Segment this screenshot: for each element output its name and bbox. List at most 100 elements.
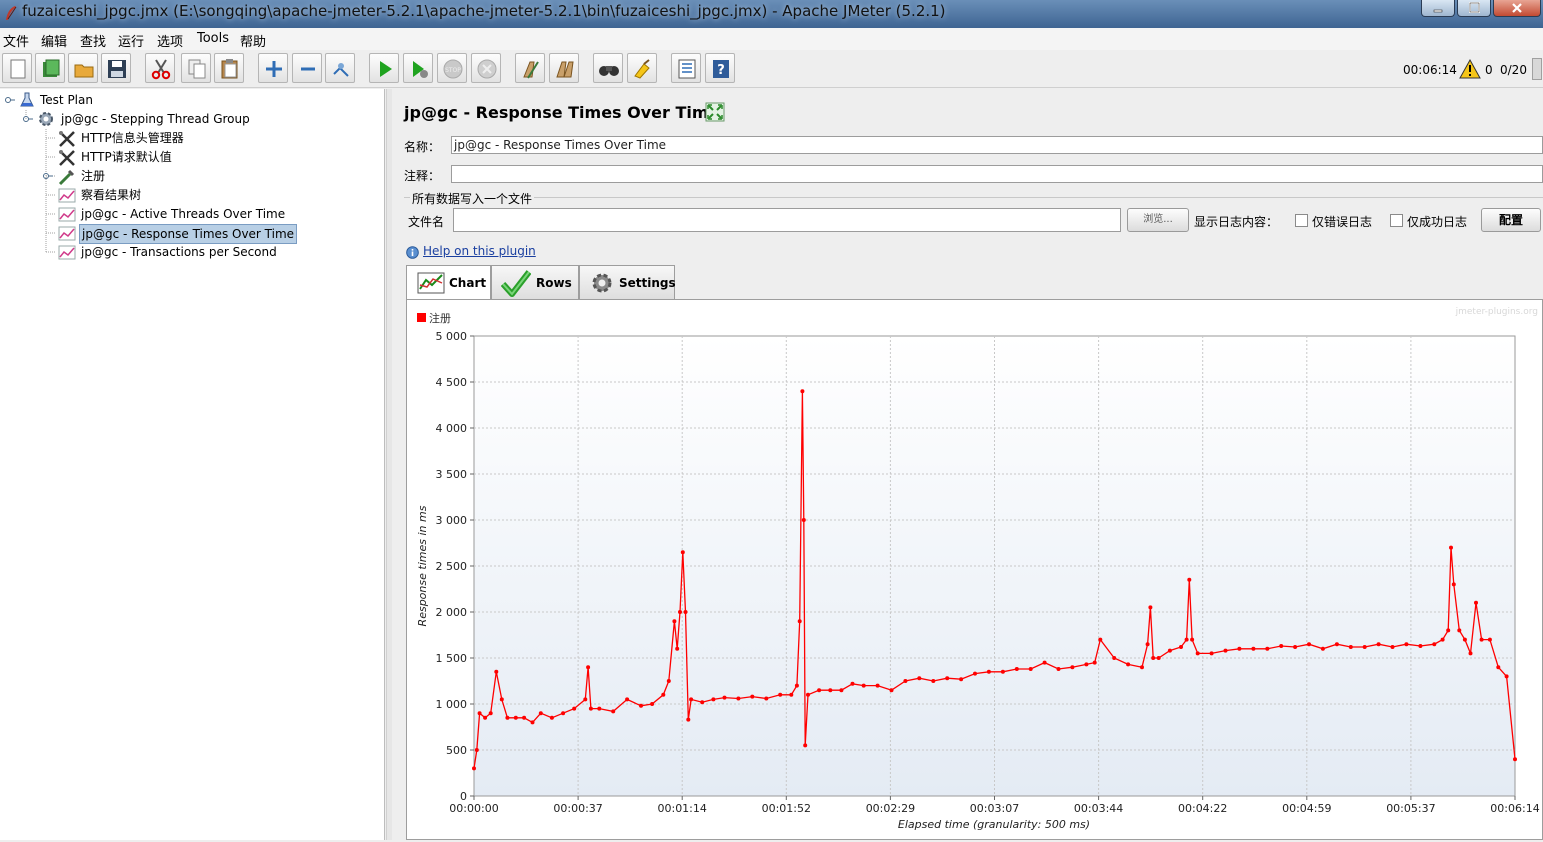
reset-search-button[interactable]: [627, 53, 657, 83]
data-point: [700, 700, 705, 705]
file-name-input[interactable]: [453, 208, 1121, 232]
search-icon: [599, 66, 619, 76]
data-point: [917, 676, 922, 681]
data-point: [1440, 637, 1445, 642]
data-point: [530, 720, 535, 725]
collapse-icon: [301, 67, 315, 71]
browse-button[interactable]: 浏览...: [1127, 208, 1189, 232]
x-axis-ticks: 00:00:00 00:00:37 00:01:14 00:01:52 00:02:29…: [449, 796, 1540, 815]
expand-all-button[interactable]: [258, 53, 288, 83]
clear-all-button[interactable]: [549, 53, 579, 83]
help-button[interactable]: ?: [705, 53, 735, 83]
test-plan-icon: [20, 92, 34, 107]
pane-splitter[interactable]: [386, 89, 392, 840]
data-point: [764, 696, 769, 701]
start-button[interactable]: [369, 53, 399, 83]
start-no-pause-button[interactable]: [403, 53, 433, 83]
data-point: [839, 688, 844, 693]
tab-chart[interactable]: Chart: [406, 265, 491, 300]
data-point: [806, 692, 810, 697]
y-tick-label: 1 000: [436, 698, 468, 711]
collapsed-handle-icon[interactable]: [42, 170, 54, 182]
running-indicator: [1532, 58, 1542, 80]
menu-help[interactable]: 帮助: [240, 31, 266, 50]
templates-icon: [43, 59, 60, 77]
expanded-handle-icon[interactable]: [4, 94, 16, 106]
menu-file[interactable]: 文件: [3, 31, 29, 50]
y-tick-label: 2 000: [436, 606, 468, 619]
tree-item-label: 注册: [81, 169, 106, 183]
y-tick-label: 5 000: [436, 330, 468, 343]
y-tick-label: 4 500: [436, 376, 468, 389]
active-threads: 0/20: [1500, 63, 1527, 77]
main-toolbar: STOP ? 00:06:14 0 0/20: [0, 50, 1543, 88]
data-point: [488, 711, 493, 716]
name-field[interactable]: jp@gc - Response Times Over Time: [451, 136, 1543, 154]
tab-rows[interactable]: Rows: [491, 265, 579, 299]
paste-button[interactable]: [214, 53, 244, 83]
data-point: [1446, 628, 1451, 633]
y-tick-label: 3 500: [436, 468, 468, 481]
success-only-checkbox[interactable]: [1390, 214, 1403, 227]
menu-run[interactable]: 运行: [118, 31, 144, 50]
save-button[interactable]: [101, 53, 131, 83]
data-point: [538, 711, 543, 716]
collapse-all-button[interactable]: [292, 53, 322, 83]
data-point: [1195, 651, 1200, 656]
configure-button[interactable]: 配置: [1481, 208, 1541, 232]
open-button[interactable]: [68, 53, 98, 83]
shutdown-button[interactable]: [471, 53, 501, 83]
data-point: [483, 715, 488, 720]
data-point: [1140, 665, 1144, 670]
data-point: [678, 610, 682, 614]
x-tick-label: 00:01:52: [762, 802, 811, 815]
data-point: [1070, 665, 1075, 670]
maximize-button[interactable]: [1457, 0, 1491, 17]
save-icon: [108, 60, 126, 78]
data-point: [689, 697, 694, 702]
menu-search[interactable]: 查找: [80, 31, 106, 50]
close-window-button[interactable]: [1493, 0, 1541, 17]
menu-edit[interactable]: 编辑: [41, 31, 67, 50]
minimize-button[interactable]: [1421, 0, 1455, 17]
toggle-button[interactable]: [325, 53, 355, 83]
copy-button[interactable]: [181, 53, 211, 83]
chart-tab-icon: [417, 272, 445, 294]
wrench-icon: [59, 150, 75, 166]
menu-tools[interactable]: Tools: [197, 31, 229, 46]
graph-icon: [58, 188, 76, 203]
data-point: [1184, 637, 1189, 642]
function-helper-button[interactable]: [671, 53, 701, 83]
warning-icon[interactable]: [1459, 59, 1481, 79]
data-point: [1151, 656, 1156, 660]
templates-button[interactable]: [35, 53, 65, 83]
reset-search-icon: [634, 59, 650, 79]
errors-only-checkbox[interactable]: [1295, 214, 1308, 227]
data-point: [583, 697, 588, 702]
function-helper-icon: [678, 59, 696, 79]
stop-button[interactable]: STOP: [437, 53, 467, 83]
search-button[interactable]: [593, 53, 623, 83]
test-plan-tree: Test Plan jp@gc - Stepping Thread Group …: [0, 89, 385, 840]
chart-canvas: jmeter-plugins.org 注册 05001 0001 5002 00…: [416, 307, 1540, 831]
expanded-handle-icon[interactable]: [22, 113, 34, 125]
maximize-chart-icon[interactable]: [705, 102, 725, 122]
comment-field[interactable]: [451, 165, 1543, 183]
data-point: [1084, 662, 1089, 667]
panel-title: jp@gc - Response Times Over Time: [404, 103, 720, 122]
data-point: [683, 610, 688, 614]
data-point: [1126, 662, 1131, 667]
data-point: [1320, 646, 1325, 651]
data-point: [973, 671, 977, 676]
clear-button[interactable]: [515, 53, 545, 83]
tab-settings[interactable]: Settings: [579, 265, 676, 299]
data-point: [986, 669, 991, 674]
x-tick-label: 00:06:14: [1490, 802, 1539, 815]
cut-button[interactable]: [145, 53, 175, 83]
data-point: [1293, 645, 1298, 649]
help-link[interactable]: Help on this plugin: [423, 244, 536, 258]
y-tick-label: 1 500: [436, 652, 468, 665]
svg-text:?: ?: [717, 63, 725, 78]
menu-options[interactable]: 选项: [157, 31, 183, 50]
new-button[interactable]: [2, 53, 32, 83]
